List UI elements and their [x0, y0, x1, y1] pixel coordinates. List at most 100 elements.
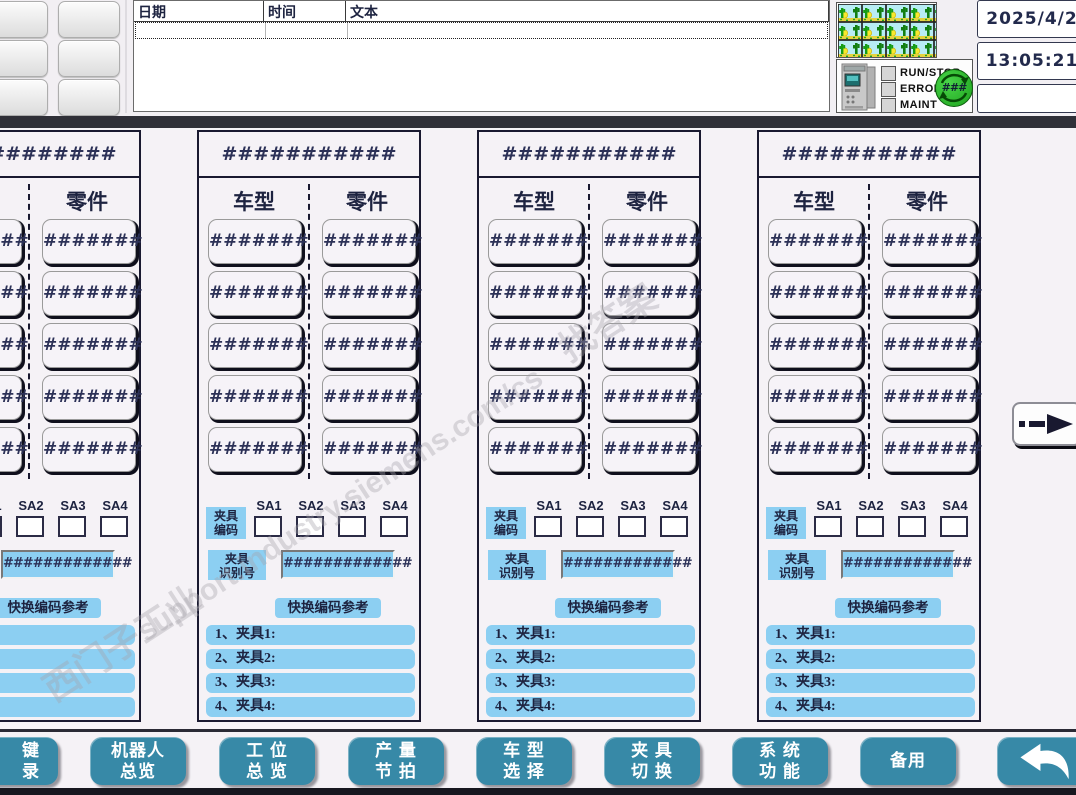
keypad-button-2[interactable]: [58, 1, 120, 38]
part-cell-5[interactable]: #######: [42, 427, 143, 472]
divider: [125, 0, 127, 113]
alarm-table-empty-row[interactable]: [135, 22, 828, 39]
part-cell-3[interactable]: #######: [882, 323, 983, 368]
sa-input-1[interactable]: [0, 516, 2, 537]
plc-badge-value: ###: [941, 81, 968, 94]
nav-button-robot-overview[interactable]: 机器人 总览: [90, 737, 186, 785]
model-cell-5[interactable]: #######: [768, 427, 869, 472]
sa-input-1[interactable]: [814, 516, 842, 537]
fixture-id-value[interactable]: #############: [841, 550, 973, 579]
part-cell-3[interactable]: #######: [42, 323, 143, 368]
image-placeholder-icon: [886, 40, 910, 57]
part-cell-4[interactable]: #######: [882, 375, 983, 420]
model-cell-2[interactable]: #######: [0, 271, 29, 316]
image-placeholder-icon: [838, 22, 862, 40]
quick-change-ref-row-1: 1、夹具1:: [486, 625, 695, 645]
part-cell-1[interactable]: #######: [322, 219, 423, 264]
nav-button-system-functions[interactable]: 系 统功 能: [732, 737, 828, 785]
nav-button-spare[interactable]: 备用: [860, 737, 956, 785]
model-cell-4[interactable]: #######: [0, 375, 29, 420]
column-header-model: 车型: [233, 190, 275, 214]
model-cell-2[interactable]: #######: [488, 271, 589, 316]
sa-input-3[interactable]: [338, 516, 366, 537]
trend-thumbnail-tiles: [838, 4, 936, 57]
sa-input-4[interactable]: [940, 516, 968, 537]
model-cell-3[interactable]: #######: [0, 323, 29, 368]
sa-input-4[interactable]: [660, 516, 688, 537]
quick-change-ref-row-3: 3、夹具3:: [206, 673, 415, 693]
nav-button-output-cycle[interactable]: 产 量节 拍: [348, 737, 444, 785]
sa-label-4: SA4: [382, 498, 408, 513]
model-cell-3[interactable]: #######: [488, 323, 589, 368]
keypad-button-6[interactable]: [58, 79, 120, 116]
part-cell-3[interactable]: #######: [322, 323, 423, 368]
sa-input-1[interactable]: [534, 516, 562, 537]
part-cell-2[interactable]: #######: [322, 271, 423, 316]
model-cell-2[interactable]: #######: [208, 271, 309, 316]
sa-input-4[interactable]: [380, 516, 408, 537]
part-cell-4[interactable]: #######: [322, 375, 423, 420]
panel-title: ###########: [759, 132, 979, 178]
nav-button-label: 夹 具: [631, 741, 673, 760]
nav-button-back[interactable]: [997, 737, 1076, 785]
divider: [0, 729, 1076, 732]
plc-cycle-badge: ###: [935, 69, 973, 107]
model-cell-3[interactable]: #######: [768, 323, 869, 368]
next-page-button[interactable]: [1012, 402, 1076, 446]
station-panel-2: ########### 车型 零件 ####### ####### ####### ####…: [197, 130, 423, 722]
plc-status-box: RUN/STOP ERROR MAINT ###: [836, 59, 973, 113]
sa-input-2[interactable]: [576, 516, 604, 537]
sa-input-3[interactable]: [898, 516, 926, 537]
station-panel-4: ########### 车型 零件 ####### ####### ####### ####…: [757, 130, 983, 722]
part-cell-5[interactable]: #######: [322, 427, 423, 472]
sa-input-2[interactable]: [856, 516, 884, 537]
model-cell-4[interactable]: #######: [488, 375, 589, 420]
model-cell-2[interactable]: #######: [768, 271, 869, 316]
model-cell-5[interactable]: #######: [208, 427, 309, 472]
model-cell-1[interactable]: #######: [0, 219, 29, 264]
model-cell-5[interactable]: #######: [488, 427, 589, 472]
sa-input-1[interactable]: [254, 516, 282, 537]
model-cell-4[interactable]: #######: [208, 375, 309, 420]
keypad-button-5[interactable]: [0, 79, 48, 116]
part-cell-5[interactable]: #######: [602, 427, 703, 472]
model-cell-4[interactable]: #######: [768, 375, 869, 420]
nav-button-model-select[interactable]: 车 型选 择: [476, 737, 572, 785]
sa-label-3: SA3: [60, 498, 86, 513]
quick-change-ref-row-1: 1、夹具1:: [206, 625, 415, 645]
column-header-part: 零件: [346, 190, 388, 214]
part-cell-4[interactable]: #######: [602, 375, 703, 420]
part-cell-1[interactable]: #######: [882, 219, 983, 264]
alarm-table-header: 日期 时间 文本: [134, 1, 829, 22]
part-cell-2[interactable]: #######: [882, 271, 983, 316]
sa-input-3[interactable]: [618, 516, 646, 537]
part-cell-5[interactable]: #######: [882, 427, 983, 472]
part-cell-1[interactable]: #######: [42, 219, 143, 264]
fixture-id-value[interactable]: #############: [281, 550, 413, 579]
image-placeholder-icon: [886, 22, 910, 40]
fixture-id-value[interactable]: #############: [1, 550, 133, 579]
part-cell-2[interactable]: #######: [602, 271, 703, 316]
sa-input-3[interactable]: [58, 516, 86, 537]
sa-label-4: SA4: [942, 498, 968, 513]
part-cell-1[interactable]: #######: [602, 219, 703, 264]
part-cell-4[interactable]: #######: [42, 375, 143, 420]
keypad-button-1[interactable]: [0, 1, 48, 38]
nav-button-fixture-switch[interactable]: 夹 具切 换: [604, 737, 700, 785]
sa-input-2[interactable]: [296, 516, 324, 537]
nav-button-record[interactable]: 键录: [0, 737, 58, 785]
model-cell-1[interactable]: #######: [768, 219, 869, 264]
keypad-button-4[interactable]: [58, 40, 120, 77]
fixture-id-value[interactable]: #############: [561, 550, 693, 579]
model-cell-1[interactable]: #######: [488, 219, 589, 264]
sa-input-2[interactable]: [16, 516, 44, 537]
part-cell-3[interactable]: #######: [602, 323, 703, 368]
part-cell-2[interactable]: #######: [42, 271, 143, 316]
keypad-button-3[interactable]: [0, 40, 48, 77]
nav-button-station-overview[interactable]: 工 位总 览: [219, 737, 315, 785]
model-cell-1[interactable]: #######: [208, 219, 309, 264]
sa-label-2: SA2: [578, 498, 604, 513]
model-cell-5[interactable]: #######: [0, 427, 29, 472]
model-cell-3[interactable]: #######: [208, 323, 309, 368]
sa-input-4[interactable]: [100, 516, 128, 537]
